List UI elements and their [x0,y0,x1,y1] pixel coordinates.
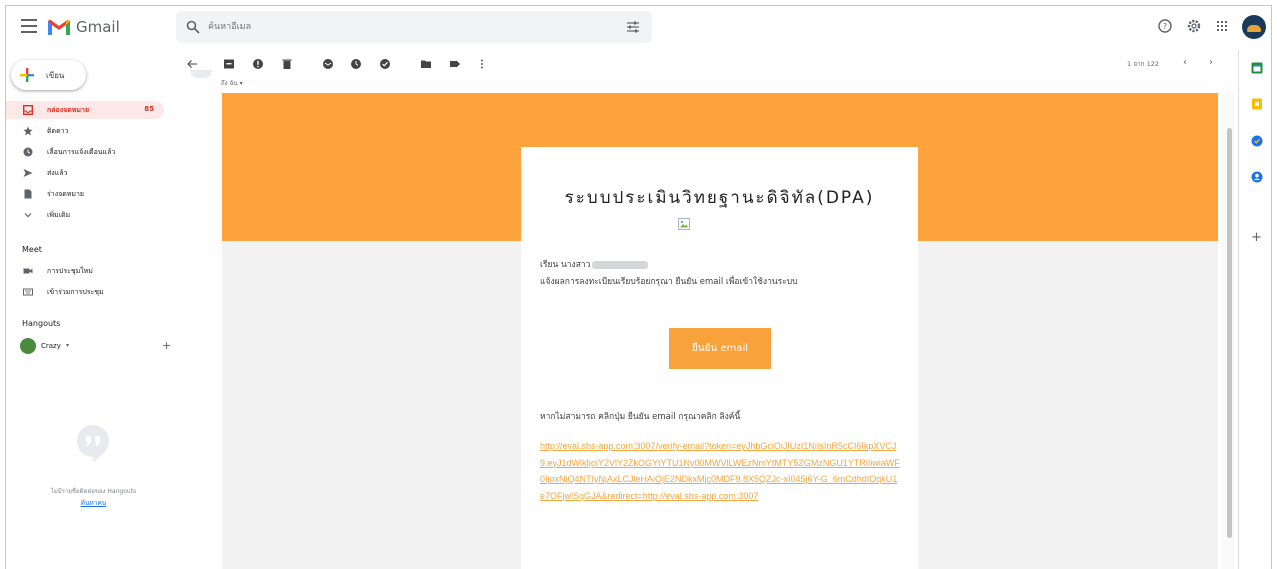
inbox-unread-count: 85 [144,105,154,113]
email-instruction: แจ้งผลการลงทะเบียนเรียบร้อยกรุณา ยืนยัน … [540,277,798,287]
side-panel [1238,50,1271,569]
sidebar-item-label: เข้าร่วมการประชุม [47,288,104,296]
hangouts-empty-text: ไม่มีรายชื่อติดต่อของ Hangouts [50,488,137,495]
pagination-text: 1 จาก 122 [1127,60,1160,68]
calendar-icon[interactable] [1251,62,1263,74]
move-to-folder-icon[interactable] [420,58,432,70]
sidebar-item-label: เพิ่มเติม [47,211,71,219]
star-icon [23,126,33,136]
draft-icon [24,189,32,199]
caret-down-icon[interactable]: ▾ [66,342,69,349]
broken-image-icon [678,218,690,230]
video-icon [23,268,33,274]
search-icon[interactable] [186,20,200,34]
help-icon[interactable]: ? [1157,18,1173,34]
keyboard-icon [23,288,33,296]
greeting-text: เรียน นางสาว [540,260,591,270]
svg-text:?: ? [1163,22,1167,31]
plus-icon [20,68,34,82]
email-title: ระบบประเมินวิทยฐานะดิจิทัล(DPA) [564,188,875,208]
contacts-icon[interactable] [1251,171,1263,183]
clock-icon [23,147,33,157]
tasks-icon[interactable] [1251,135,1263,147]
newer-chevron-icon[interactable]: ‹ [1178,56,1192,70]
sidebar-item-inbox[interactable]: กล่องจดหมาย 85 [6,101,164,119]
sidebar-item-join-meeting[interactable]: เข้าร่วมการประชุม [6,283,164,301]
hangouts-user[interactable]: Crazy ▾ + [20,338,171,354]
app-name: Gmail [76,18,120,36]
redacted-name [592,260,649,269]
meet-section-title: Meet [22,245,42,254]
chevron-down-icon [24,213,32,218]
add-to-tasks-icon[interactable] [379,58,391,70]
compose-label: เขียน [46,71,65,80]
snooze-clock-icon[interactable] [350,58,362,70]
more-vertical-icon[interactable] [476,58,488,70]
sidebar-item-label: กล่องจดหมาย [47,106,90,114]
scrollbar-thumb[interactable] [1227,128,1232,538]
sidebar-item-label: เลื่อนการแจ้งเตือนแล้ว [47,148,116,156]
confirm-email-button[interactable]: ยืนยัน email [669,328,771,369]
settings-gear-icon[interactable] [1186,18,1202,34]
archive-icon[interactable] [223,58,235,70]
mark-unread-icon[interactable] [322,58,334,70]
sender-avatar [190,70,212,78]
label-tag-icon[interactable] [449,58,461,70]
keep-notes-icon[interactable] [1251,98,1263,110]
fallback-instruction: หากไม่สามารถ คลิกปุ่ม ยืนยัน email กรุณา… [540,412,741,422]
sidebar-item-label: การประชุมใหม่ [47,267,93,275]
search-options-icon[interactable] [626,20,640,34]
inbox-icon [23,105,33,115]
email-content-card: ระบบประเมินวิทยฐานะดิจิทัล(DPA) เรียน นา… [521,147,918,569]
sidebar-item-sent[interactable]: ส่งแล้ว [6,164,164,182]
sidebar-item-starred[interactable]: ติดดาว [6,122,164,140]
hangouts-avatar [20,338,36,354]
get-addons-plus-icon[interactable]: + [1251,230,1262,245]
sidebar-item-more[interactable]: เพิ่มเติม [6,206,164,224]
hangouts-user-name: Crazy [41,342,61,350]
recipient-details-toggle[interactable]: ถึง ฉัน ▾ [221,78,243,88]
email-greeting: เรียน นางสาว [540,257,649,271]
delete-icon[interactable] [281,58,293,70]
sidebar-item-drafts[interactable]: ร่างจดหมาย [6,185,164,203]
sidebar-item-label: ติดดาว [47,127,69,135]
apps-grid-icon[interactable] [1214,18,1230,34]
older-chevron-icon[interactable]: › [1204,56,1218,70]
hangouts-section-title: Hangouts [22,319,61,328]
gmail-logo-icon[interactable] [47,18,71,36]
hamburger-menu-icon[interactable] [21,19,37,35]
find-people-link[interactable]: ค้นหาคน [26,498,161,508]
report-spam-icon[interactable] [252,58,264,70]
sidebar-item-label: ส่งแล้ว [47,169,68,177]
search-bar[interactable] [176,11,652,43]
verify-email-link[interactable]: http://eval.sbs-app.com:3007/verify-emai… [540,438,900,504]
search-input[interactable] [208,18,588,36]
gmail-window: Gmail ? [5,5,1272,569]
back-arrow-icon[interactable] [186,58,198,70]
hangouts-bubble-icon [77,425,109,463]
compose-button[interactable]: เขียน [11,60,86,90]
send-icon [23,169,33,177]
sidebar-item-label: ร่างจดหมาย [47,190,85,198]
sidebar-item-new-meeting[interactable]: การประชุมใหม่ [6,262,164,280]
account-avatar[interactable] [1242,15,1266,39]
sidebar-item-snoozed[interactable]: เลื่อนการแจ้งเตือนแล้ว [6,143,164,161]
top-header: Gmail ? [6,6,1271,50]
add-contact-icon[interactable]: + [162,339,171,352]
